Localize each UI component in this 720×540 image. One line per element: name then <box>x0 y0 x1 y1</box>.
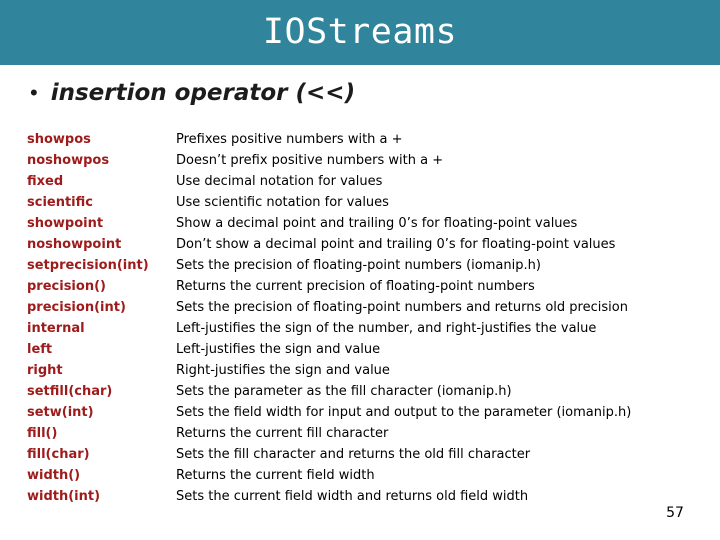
manipulator-table: showpos Prefixes positive numbers with a … <box>27 129 707 507</box>
manipulator-description: Returns the current fill character <box>176 426 389 441</box>
manipulator-name: showpoint <box>27 216 104 231</box>
table-row: precision() Returns the current precision… <box>27 276 707 297</box>
table-row: showpoint Show a decimal point and traili… <box>27 213 707 234</box>
table-row: showpos Prefixes positive numbers with a … <box>27 129 707 150</box>
manipulator-name: fill(char) <box>27 447 90 462</box>
slide-canvas: IOStreams • insertion operator (<<) show… <box>0 0 720 540</box>
title-banner: IOStreams <box>0 0 720 65</box>
manipulator-description: Returns the current field width <box>176 468 375 483</box>
manipulator-name: noshowpos <box>27 153 110 168</box>
table-row: precision(int) Sets the precision of floa… <box>27 297 707 318</box>
table-row: left Left-justifies the sign and value <box>27 339 707 360</box>
table-row: noshowpos Doesn’t prefix positive numbers… <box>27 150 707 171</box>
manipulator-name: precision(int) <box>27 300 126 315</box>
manipulator-description: Returns the current precision of floatin… <box>176 279 535 294</box>
manipulator-name: setfill(char) <box>27 384 113 399</box>
table-row: setw(int) Sets the field width for input … <box>27 402 707 423</box>
manipulator-description: Use decimal notation for values <box>176 174 383 189</box>
manipulator-name: setprecision(int) <box>27 258 149 273</box>
table-row: width() Returns the current field width <box>27 465 707 486</box>
manipulator-description: Use scientific notation for values <box>176 195 389 210</box>
manipulator-description: Sets the parameter as the fill character… <box>176 384 512 399</box>
manipulator-name: setw(int) <box>27 405 94 420</box>
page-number: 57 <box>666 505 684 521</box>
table-row: setfill(char) Sets the parameter as the f… <box>27 381 707 402</box>
bullet-point-icon: • <box>30 80 38 105</box>
manipulator-name: right <box>27 363 63 378</box>
manipulator-description: Left-justifies the sign of the number, a… <box>176 321 597 336</box>
manipulator-description: Sets the fill character and returns the … <box>176 447 531 462</box>
table-row: fixed Use decimal notation for values <box>27 171 707 192</box>
manipulator-name: width(int) <box>27 489 101 504</box>
manipulator-description: Sets the field width for input and outpu… <box>176 405 632 420</box>
manipulator-description: Don’t show a decimal point and trailing … <box>176 237 616 252</box>
manipulator-description: Doesn’t prefix positive numbers with a + <box>176 153 444 168</box>
table-row: width(int) Sets the current field width a… <box>27 486 707 507</box>
manipulator-description: Sets the precision of floating-point num… <box>176 300 628 315</box>
bullet-heading-label: insertion operator (<<) <box>50 80 356 106</box>
page-title: IOStreams <box>262 12 458 52</box>
table-row: right Right-justifies the sign and value <box>27 360 707 381</box>
manipulator-description: Right-justifies the sign and value <box>176 363 390 378</box>
table-row: setprecision(int) Sets the precision of f… <box>27 255 707 276</box>
manipulator-name: width() <box>27 468 81 483</box>
table-row: fill() Returns the current fill character <box>27 423 707 444</box>
manipulator-name: internal <box>27 321 85 336</box>
manipulator-name: left <box>27 342 53 357</box>
table-row: internal Left-justifies the sign of the n… <box>27 318 707 339</box>
manipulator-description: Sets the current field width and returns… <box>176 489 529 504</box>
manipulator-name: precision() <box>27 279 106 294</box>
bullet-heading: • insertion operator (<<) <box>30 80 355 106</box>
manipulator-description: Sets the precision of floating-point num… <box>176 258 541 273</box>
manipulator-description: Left-justifies the sign and value <box>176 342 381 357</box>
table-row: fill(char) Sets the fill character and re… <box>27 444 707 465</box>
table-row: scientific Use scientific notation for va… <box>27 192 707 213</box>
manipulator-name: noshowpoint <box>27 237 122 252</box>
manipulator-name: scientific <box>27 195 93 210</box>
manipulator-description: Prefixes positive numbers with a + <box>176 132 403 147</box>
table-row: noshowpoint Don’t show a decimal point an… <box>27 234 707 255</box>
manipulator-name: fixed <box>27 174 64 189</box>
manipulator-description: Show a decimal point and trailing 0’s fo… <box>176 216 578 231</box>
manipulator-name: fill() <box>27 426 58 441</box>
manipulator-name: showpos <box>27 132 91 147</box>
